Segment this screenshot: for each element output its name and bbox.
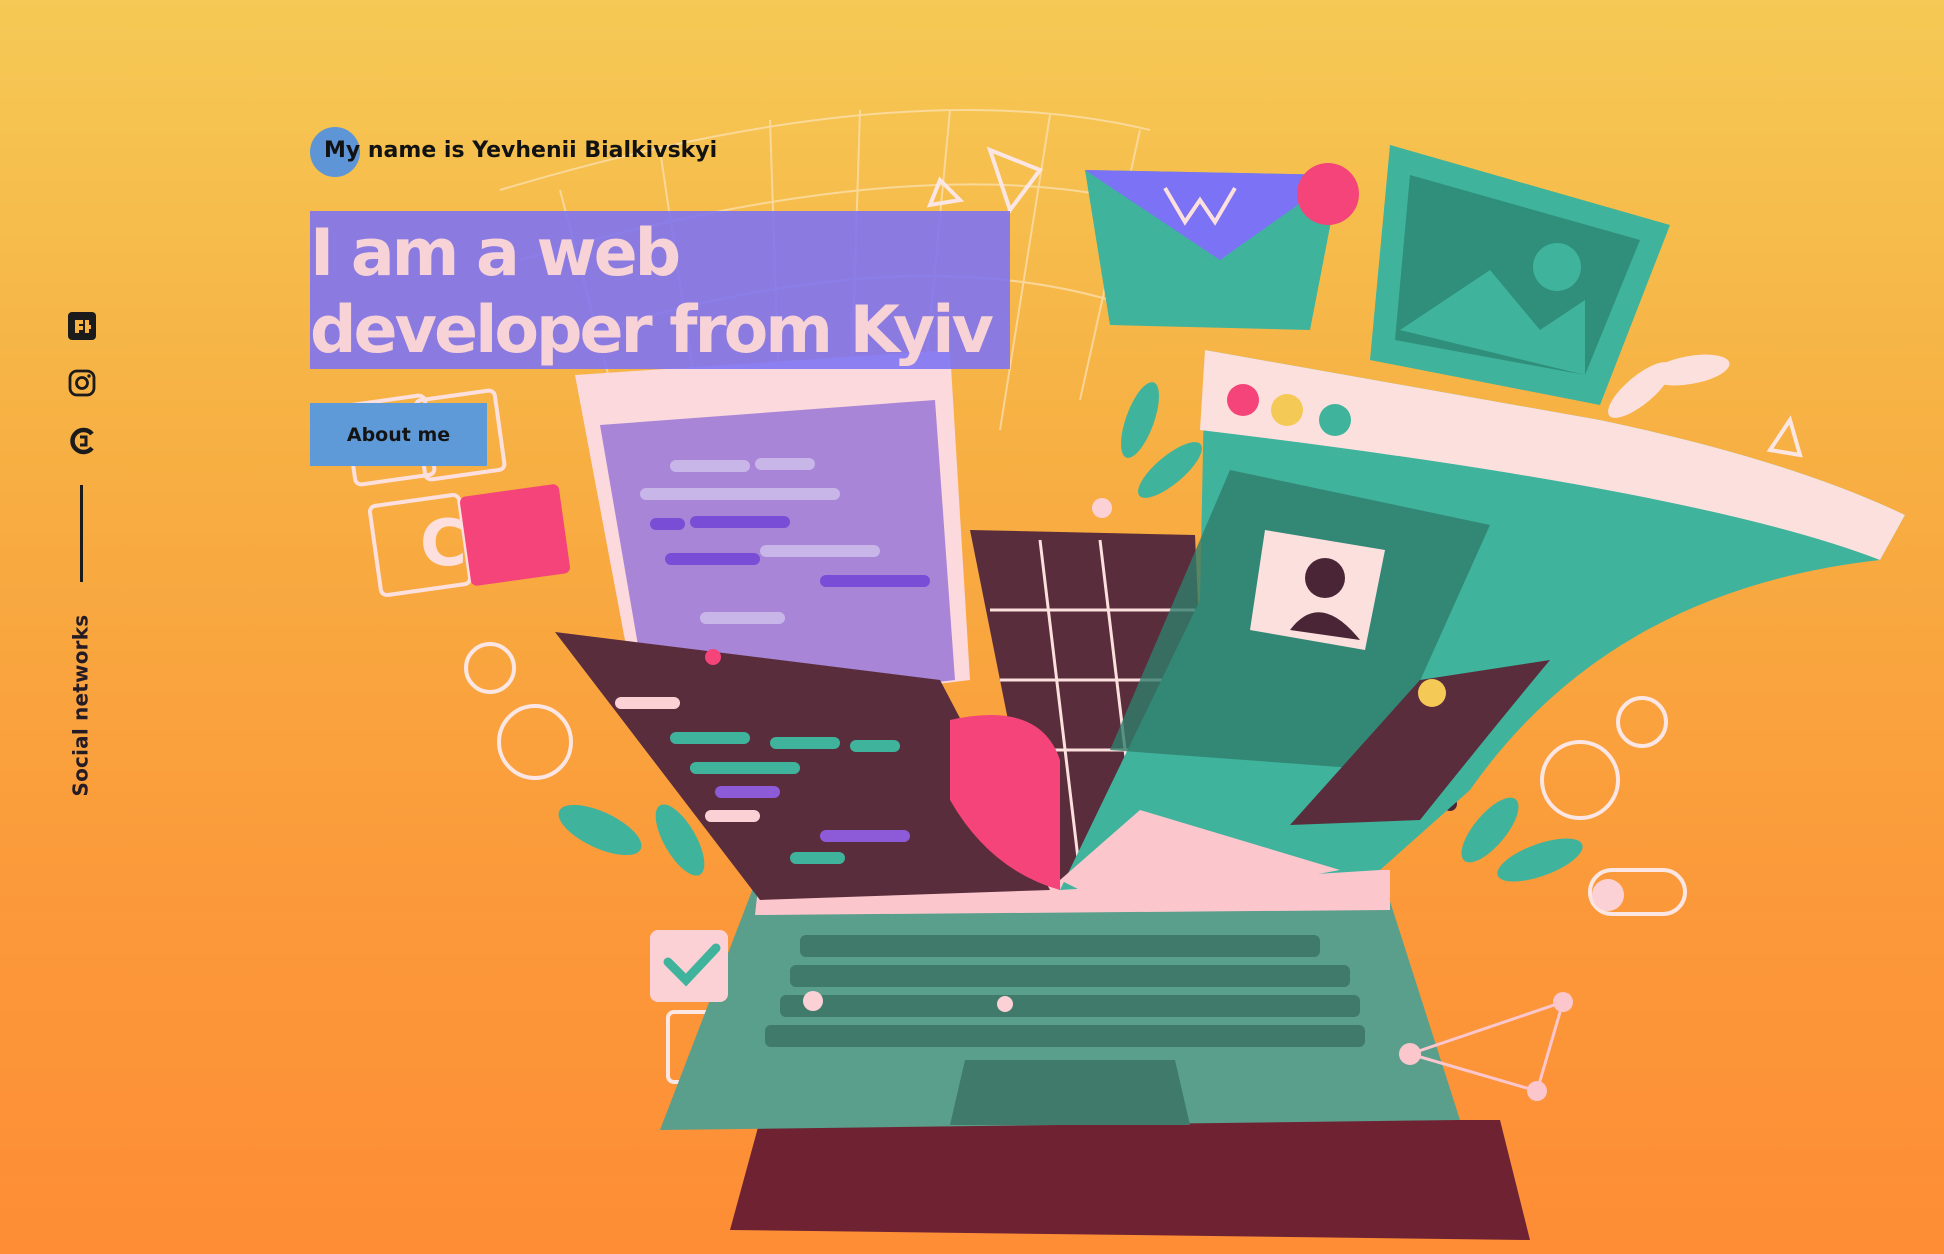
freelancehunt-link[interactable] — [67, 311, 97, 341]
social-networks-label: Social networks — [68, 614, 93, 797]
instagram-icon — [68, 369, 96, 397]
c-logo-icon — [70, 427, 94, 455]
headline-line-2: developer from Kyiv — [310, 293, 994, 368]
c-logo-link[interactable] — [67, 426, 97, 456]
about-me-button[interactable]: About me — [310, 403, 487, 466]
page-title: I am a web developer from Kyiv — [310, 215, 994, 369]
landing-page: C Social networks My name is Yevhenii Bi… — [0, 0, 1944, 1254]
social-divider — [80, 485, 83, 582]
svg-text:C: C — [420, 507, 467, 581]
freelancehunt-icon — [68, 312, 96, 340]
headline-highlight: I am a web developer from Kyiv — [310, 211, 1010, 369]
headline-line-1: I am a web — [310, 216, 681, 291]
intro-text: My name is Yevhenii Bialkivskyi — [324, 138, 718, 163]
instagram-link[interactable] — [67, 368, 97, 398]
